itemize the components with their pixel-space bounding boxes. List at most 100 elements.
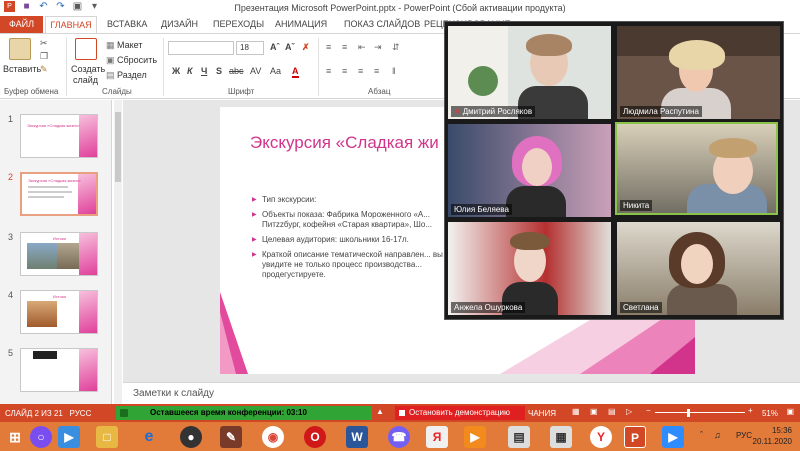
paste-button[interactable]: Вставить xyxy=(3,64,41,74)
chrome-icon[interactable]: ◉ xyxy=(262,426,284,448)
notes-pane[interactable]: Заметки к слайду xyxy=(123,382,800,404)
grow-font-icon[interactable]: Aˆ xyxy=(270,42,280,52)
participant-video-4[interactable]: Никита xyxy=(615,122,778,215)
participant-video-3[interactable]: Юлия Беляева xyxy=(448,124,611,217)
media-player-icon[interactable]: ▶ xyxy=(58,426,80,448)
paint-app-icon[interactable]: ✎ xyxy=(220,426,242,448)
zoom-level[interactable]: 51% xyxy=(762,409,778,418)
opera-icon[interactable]: O xyxy=(304,426,326,448)
font-name-field[interactable] xyxy=(168,41,234,55)
zoom-in-icon[interactable]: + xyxy=(748,406,753,415)
slide-thumbnail-2[interactable]: Экскурсия «Сладкая жизнь» xyxy=(20,172,98,216)
copy-icon[interactable]: ❐ xyxy=(40,51,48,62)
case-button[interactable]: Aa xyxy=(270,66,281,76)
new-slide-label-2[interactable]: слайд xyxy=(73,75,98,85)
underline-button[interactable]: Ч xyxy=(201,66,207,76)
line-spacing-icon[interactable]: ⇵ xyxy=(392,42,400,53)
new-slide-label[interactable]: Создать xyxy=(71,64,105,74)
decrease-indent-icon[interactable]: ⇤ xyxy=(358,42,366,53)
bomb-app-icon[interactable]: ● xyxy=(180,426,202,448)
sorter-view-icon[interactable]: ▣ xyxy=(590,407,598,416)
clear-format-icon[interactable]: ✗ xyxy=(302,42,310,53)
participant-video-2[interactable]: Людмила Распутина xyxy=(617,26,780,119)
title-bar: P ■ ↶ ↷ ▣ ▾ Презентация Microsoft PowerP… xyxy=(0,0,800,16)
notepad-icon[interactable]: ▤ xyxy=(508,426,530,448)
participant-video-5[interactable]: Анжела Ошуркова xyxy=(448,222,611,315)
tab-file[interactable]: ФАЙЛ xyxy=(0,16,43,33)
align-center-icon[interactable]: ≡ xyxy=(342,66,347,76)
tab-insert[interactable]: ВСТАВКА xyxy=(105,16,149,33)
thumb-title: Экскурсия «Сладкая жизнь» xyxy=(27,123,80,128)
align-right-icon[interactable]: ≡ xyxy=(358,66,363,76)
layout-button[interactable]: ▦ Макет xyxy=(106,40,143,51)
bold-button[interactable]: Ж xyxy=(172,66,180,76)
zoom-slider-thumb[interactable] xyxy=(687,409,690,417)
participant-video-1[interactable]: ✕ Дмитрий Росляков xyxy=(448,26,611,119)
start-icon[interactable]: ⊞ xyxy=(4,426,26,448)
new-slide-icon[interactable] xyxy=(75,38,97,60)
alice-assistant-icon[interactable]: ○ xyxy=(30,426,52,448)
notes-hint[interactable]: ЧАНИЯ xyxy=(528,409,556,418)
thumb-picture xyxy=(57,243,79,269)
body xyxy=(506,186,566,217)
section-button[interactable]: ▤ Раздел xyxy=(106,70,147,81)
yandex-browser-icon[interactable]: Y xyxy=(590,426,612,448)
slide-bullets[interactable]: Тип экскурсии: Объекты показа: Фабрика М… xyxy=(252,195,452,285)
shrink-font-icon[interactable]: Aˇ xyxy=(285,42,295,52)
powerpoint-taskbar-icon[interactable]: P xyxy=(624,426,646,448)
zoom-slider[interactable] xyxy=(655,412,745,413)
stop-demo-button[interactable]: Остановить демонстрацию xyxy=(395,406,525,420)
normal-view-icon[interactable]: ▦ xyxy=(572,407,580,416)
align-left-icon[interactable]: ≡ xyxy=(326,66,331,76)
slideshow-view-icon[interactable]: ▷ xyxy=(626,407,632,416)
reading-view-icon[interactable]: ▤ xyxy=(608,407,616,416)
yandex-icon[interactable]: Я xyxy=(426,426,448,448)
volume-icon[interactable]: ♫ xyxy=(714,430,721,440)
columns-icon[interactable]: ‖ xyxy=(392,66,396,76)
language-indicator[interactable]: РУСС xyxy=(70,409,92,418)
spacing-button[interactable]: AV xyxy=(250,66,261,76)
italic-button[interactable]: К xyxy=(187,66,193,76)
video-app-icon[interactable]: ▶ xyxy=(464,426,486,448)
reset-button[interactable]: ▣ Сбросить xyxy=(106,55,157,66)
justify-icon[interactable]: ≡ xyxy=(374,66,379,76)
thumbnails-scrollbar[interactable] xyxy=(114,100,122,405)
word-icon[interactable]: W xyxy=(346,426,368,448)
tab-transitions[interactable]: ПЕРЕХОДЫ xyxy=(211,16,266,33)
slide-thumbnail-3[interactable]: Истоки xyxy=(20,232,98,276)
cut-icon[interactable]: ✂ xyxy=(40,38,48,49)
zoom-app-icon[interactable]: ▶ xyxy=(662,426,684,448)
strikethrough-button[interactable]: abc xyxy=(229,66,244,76)
bullets-icon[interactable]: ≡ xyxy=(326,42,331,52)
tab-home[interactable]: ГЛАВНАЯ xyxy=(45,16,97,33)
font-color-button[interactable]: A xyxy=(292,66,299,78)
slide-thumbnail-4[interactable]: Истоки xyxy=(20,290,98,334)
slide-title[interactable]: Экскурсия «Сладкая жи xyxy=(250,133,439,153)
slide-thumbnails-pane: 1 Экскурсия «Сладкая жизнь» 2 Экскурсия … xyxy=(0,100,112,405)
file-explorer-icon[interactable]: □ xyxy=(96,426,118,448)
fit-slide-icon[interactable]: ▣ xyxy=(786,407,794,416)
paste-icon[interactable] xyxy=(9,38,31,60)
shadow-button[interactable]: S xyxy=(216,66,222,76)
share-shield-icon[interactable]: ▲ xyxy=(376,407,384,416)
tab-slideshow[interactable]: ПОКАЗ СЛАЙДОВ xyxy=(342,16,422,33)
participant-video-6[interactable]: Светлана xyxy=(617,222,780,315)
scrollbar-thumb[interactable] xyxy=(115,112,121,182)
zoom-out-icon[interactable]: − xyxy=(646,406,651,415)
body xyxy=(667,284,737,315)
calculator-icon[interactable]: ▦ xyxy=(550,426,572,448)
viber-icon[interactable]: ☎ xyxy=(388,426,410,448)
slide-thumbnail-1[interactable]: Экскурсия «Сладкая жизнь» xyxy=(20,114,98,158)
tab-animation[interactable]: АНИМАЦИЯ xyxy=(273,16,329,33)
slide-thumbnail-5[interactable] xyxy=(20,348,98,392)
font-size-field[interactable]: 18 xyxy=(236,41,264,55)
increase-indent-icon[interactable]: ⇥ xyxy=(374,42,382,53)
input-language[interactable]: РУС xyxy=(736,431,752,440)
format-painter-icon[interactable]: ✎ xyxy=(40,64,48,75)
conference-time-text: Оставшееся время конференции: 03:10 xyxy=(150,408,307,417)
tray-arrow-icon[interactable]: ˆ xyxy=(700,430,703,440)
internet-explorer-icon[interactable]: e xyxy=(138,426,160,448)
tab-design[interactable]: ДИЗАЙН xyxy=(159,16,200,33)
numbering-icon[interactable]: ≡ xyxy=(342,42,347,52)
clock[interactable]: 15:36 20.11.2020 xyxy=(753,425,792,447)
